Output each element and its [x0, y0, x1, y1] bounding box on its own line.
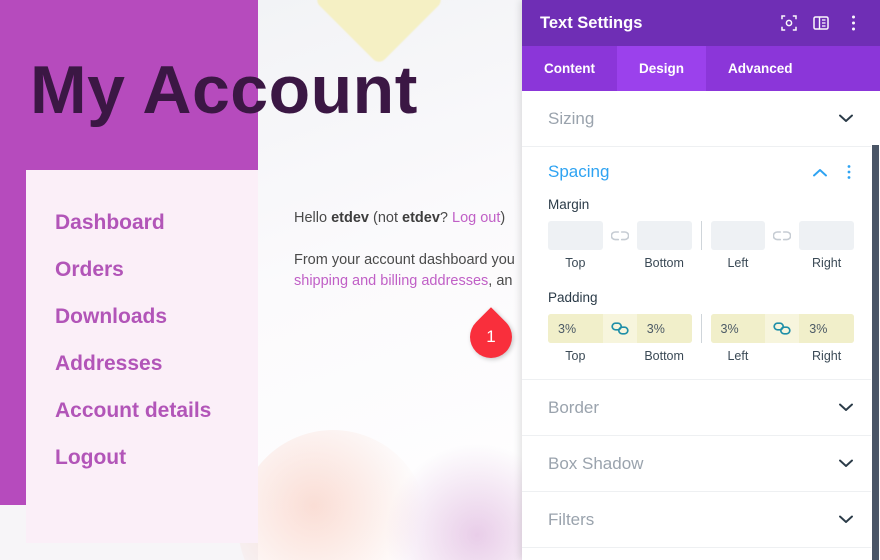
padding-right-label: Right	[812, 349, 842, 363]
margin-group: Margin Top Bottom Left Right	[522, 197, 880, 270]
chevron-down-icon[interactable]	[836, 109, 856, 129]
section-sizing[interactable]: Sizing	[522, 91, 880, 147]
section-spacing: Spacing Margin Top Bottom Left Right Pad…	[522, 147, 880, 380]
margin-labels-divider	[701, 256, 702, 270]
margin-top-label: Top	[565, 256, 586, 270]
margin-left-label: Left	[727, 256, 749, 270]
padding-left-right-link-connected-icon[interactable]	[765, 314, 800, 343]
margin-labels-row: Top Bottom Left Right	[548, 256, 854, 270]
panel-body: Sizing Spacing Margin Top Bottom Left Ri…	[522, 91, 880, 560]
sidebar-item-downloads[interactable]: Downloads	[55, 306, 211, 327]
badge-number: 1	[486, 327, 496, 346]
tab-content[interactable]: Content	[522, 46, 617, 91]
greeting-middle: (not	[368, 210, 403, 226]
page-title: My Account	[30, 52, 418, 128]
section-spacing-label: Spacing	[548, 162, 610, 181]
margin-label: Margin	[548, 197, 590, 212]
body-paragraph-rest: , an	[488, 273, 513, 290]
body-paragraph-line2: shipping and billing addresses, an	[294, 271, 522, 292]
margin-right-input[interactable]	[799, 221, 854, 250]
focus-icon[interactable]	[776, 10, 802, 36]
padding-bottom-label: Bottom	[644, 349, 684, 363]
panel-scrollbar[interactable]	[871, 145, 880, 560]
padding-left-right-pair: 3% 3%	[710, 314, 854, 343]
padding-top-label: Top	[565, 349, 586, 363]
sidebar-item-addresses[interactable]: Addresses	[55, 353, 211, 374]
chevron-down-icon[interactable]	[836, 454, 856, 474]
account-content: Hello etdev (not etdev? Log out) From yo…	[294, 208, 522, 292]
tab-design[interactable]: Design	[617, 46, 707, 91]
padding-divider	[700, 314, 702, 343]
padding-labels-row: Top Bottom Left Right	[548, 349, 854, 363]
step-number-badge: 1	[461, 307, 532, 367]
margin-labels-left-right: Left Right	[711, 256, 855, 270]
section-filters-label: Filters	[548, 509, 595, 529]
body-paragraph-line1: From your account dashboard you	[294, 252, 515, 269]
panel-title: Text Settings	[540, 13, 643, 32]
panel-header: Text Settings	[522, 0, 880, 46]
sidebar-item-orders[interactable]: Orders	[55, 259, 211, 280]
chevron-down-icon[interactable]	[836, 510, 856, 530]
margin-divider	[700, 221, 702, 250]
kebab-menu-icon[interactable]	[840, 10, 866, 36]
sidebar-item-account-details[interactable]: Account details	[55, 400, 211, 421]
margin-left-right-link-broken-icon[interactable]	[765, 221, 799, 250]
padding-labels-divider	[701, 349, 702, 363]
website-preview: My Account Dashboard Orders Downloads Ad…	[0, 0, 522, 560]
margin-top-input[interactable]	[548, 221, 603, 250]
greeting-username: etdev	[331, 210, 369, 226]
padding-labels-left-right: Left Right	[711, 349, 855, 363]
greeting-suffix: )	[500, 210, 506, 226]
padding-top-input[interactable]: 3%	[548, 314, 603, 343]
addresses-link[interactable]: shipping and billing addresses	[294, 273, 488, 289]
padding-labels-top-bottom: Top Bottom	[548, 349, 692, 363]
sidebar-item-logout[interactable]: Logout	[55, 447, 211, 468]
layout-panel-icon[interactable]	[808, 10, 834, 36]
margin-left-input[interactable]	[710, 221, 766, 250]
margin-top-bottom-pair	[548, 221, 692, 250]
log-out-link[interactable]: Log out	[452, 210, 500, 226]
chevron-up-icon[interactable]	[810, 162, 830, 182]
section-filters[interactable]: Filters	[522, 492, 880, 548]
padding-right-input[interactable]: 3%	[799, 314, 854, 343]
chevron-down-icon[interactable]	[836, 398, 856, 418]
spacing-kebab-menu-icon[interactable]	[842, 162, 856, 182]
screenshot-root: My Account Dashboard Orders Downloads Ad…	[0, 0, 880, 560]
margin-right-label: Right	[812, 256, 842, 270]
margin-labels-top-bottom: Top Bottom	[548, 256, 692, 270]
padding-left-label: Left	[727, 349, 749, 363]
padding-left-input[interactable]: 3%	[710, 314, 766, 343]
panel-tabs: Content Design Advanced	[522, 46, 880, 91]
greeting-prefix: Hello	[294, 210, 332, 226]
padding-inputs-row: 3% 3% 3% 3%	[548, 314, 854, 343]
margin-bottom-input[interactable]	[636, 221, 692, 250]
margin-top-bottom-link-broken-icon[interactable]	[603, 221, 637, 250]
padding-top-bottom-pair: 3% 3%	[548, 314, 692, 343]
padding-label-spacer-2	[765, 349, 799, 363]
tab-advanced[interactable]: Advanced	[706, 46, 815, 91]
section-sizing-label: Sizing	[548, 108, 595, 128]
account-nav-list: Dashboard Orders Downloads Addresses Acc…	[55, 212, 211, 494]
greeting-line: Hello etdev (not etdev? Log out)	[294, 208, 522, 229]
padding-label: Padding	[548, 290, 598, 305]
margin-inputs-row	[548, 221, 854, 250]
section-border[interactable]: Border	[522, 380, 880, 436]
greeting-username-2: etdev	[402, 210, 440, 226]
padding-group: Padding 3% 3% 3% 3% Top Bottom Left Righ…	[522, 290, 880, 363]
section-border-label: Border	[548, 397, 600, 417]
text-settings-panel: Text Settings Content Design Advanced Si…	[522, 0, 880, 560]
section-box-shadow[interactable]: Box Shadow	[522, 436, 880, 492]
padding-bottom-input[interactable]: 3%	[636, 314, 692, 343]
padding-top-bottom-link-connected-icon[interactable]	[602, 314, 637, 343]
margin-label-spacer	[603, 256, 637, 270]
margin-left-right-pair	[710, 221, 854, 250]
section-spacing-header[interactable]: Spacing	[522, 147, 880, 197]
greeting-question: ?	[439, 210, 452, 226]
margin-bottom-label: Bottom	[644, 256, 684, 270]
padding-label-spacer	[603, 349, 637, 363]
scrollbar-thumb[interactable]	[872, 145, 879, 560]
section-box-shadow-label: Box Shadow	[548, 453, 644, 473]
margin-label-spacer-2	[765, 256, 799, 270]
sidebar-item-dashboard[interactable]: Dashboard	[55, 212, 211, 233]
